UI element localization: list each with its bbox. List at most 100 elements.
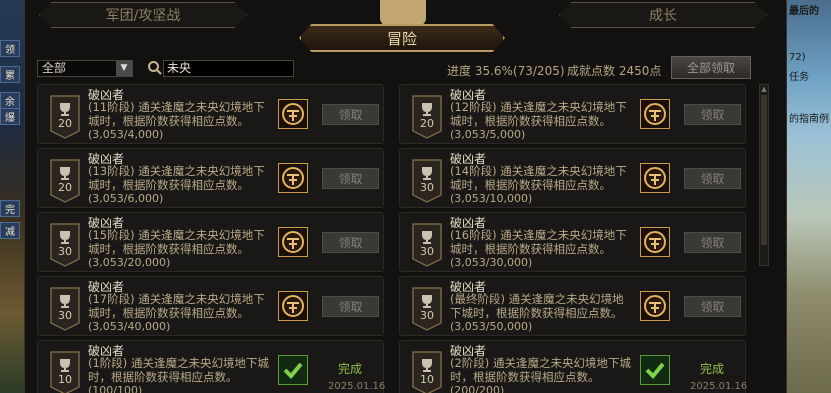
reward-box-icon[interactable]	[278, 291, 308, 321]
achievement-list: 20 破凶者 (11阶段) 通关逢魔之未央幻境地下城时，根据阶数获得相应点数。 (3,…	[37, 84, 759, 393]
achievement-card: 30 破凶者 (15阶段) 通关逢魔之未央幻境地下城时，根据阶数获得相应点数。 (3,…	[37, 212, 384, 272]
achievement-progress-count: (3,053/30,000)	[450, 256, 533, 269]
achievement-card: 20 破凶者 (13阶段) 通关逢魔之未央幻境地下城时，根据阶数获得相应点数。 (3,…	[37, 148, 384, 208]
completed-status: 完成	[338, 362, 363, 376]
category-dropdown-value: 全部	[42, 61, 67, 75]
achievement-progress-count: (200/200)	[450, 384, 505, 393]
reward-box-icon[interactable]	[278, 99, 308, 129]
reward-box-icon[interactable]	[278, 227, 308, 257]
achievement-card: 30 破凶者 (最终阶段) 通关逢魔之未央幻境地下城时，根据阶数获得相应点数。 (3,…	[399, 276, 746, 336]
achievement-description: (17阶段) 通关逢魔之未央幻境地下城时，根据阶数获得相应点数。	[88, 292, 265, 320]
reward-box-icon[interactable]	[278, 163, 308, 193]
achievement-progress-count: (3,053/50,000)	[450, 320, 533, 333]
trophy-badge-icon: 10	[50, 351, 80, 393]
claim-button[interactable]: 领取	[322, 296, 379, 317]
trophy-badge-icon: 30	[412, 159, 442, 203]
scrollbar[interactable]: ▲	[759, 84, 769, 266]
trophy-badge-icon: 20	[50, 159, 80, 203]
trophy-badge-icon: 10	[412, 351, 442, 393]
achievement-card: 30 破凶者 (17阶段) 通关逢魔之未央幻境地下城时，根据阶数获得相应点数。 (3,…	[37, 276, 384, 336]
tab-growth[interactable]: 成长	[559, 2, 767, 28]
reward-box-icon[interactable]	[640, 291, 670, 321]
scroll-emblem-icon	[380, 0, 426, 26]
achievement-points: 20	[58, 181, 72, 194]
reward-box-icon[interactable]	[640, 163, 670, 193]
search-input[interactable]: 未央	[163, 60, 294, 77]
achievement-card: 30 破凶者 (14阶段) 通关逢魔之未央幻境地下城时，根据阶数获得相应点数。 (3,…	[399, 148, 746, 208]
trophy-badge-icon: 30	[412, 287, 442, 331]
side-label: 任务	[789, 72, 809, 83]
completed-status: 完成	[700, 362, 725, 376]
achievement-progress-count: (3,053/6,000)	[88, 192, 164, 205]
side-label: 领	[0, 40, 20, 57]
scroll-up-icon[interactable]: ▲	[760, 85, 768, 93]
achievement-description: (14阶段) 通关逢魔之未央幻境地下城时，根据阶数获得相应点数。	[450, 164, 627, 192]
side-label: 的指南例	[789, 114, 829, 125]
achievement-description: (2阶段) 通关逢魔之未央幻境地下城时，根据阶数获得相应点数。	[450, 356, 631, 384]
achievement-points: 30	[420, 309, 434, 322]
claim-button[interactable]: 领取	[684, 104, 741, 125]
achievement-card: 20 破凶者 (11阶段) 通关逢魔之未央幻境地下城时，根据阶数获得相应点数。 (3,…	[37, 84, 384, 144]
achievement-progress-count: (3,053/20,000)	[88, 256, 171, 269]
claim-button[interactable]: 领取	[322, 104, 379, 125]
side-label: 最后的	[789, 6, 819, 17]
claim-button[interactable]: 领取	[684, 232, 741, 253]
achievement-description: (1阶段) 通关逢魔之未央幻境地下城时，根据阶数获得相应点数。	[88, 356, 269, 384]
achievement-panel: 军团/攻坚战 成长 冒险 全部 ▼ 未央 进度 35.6%(73/205) 成就…	[24, 0, 787, 393]
chevron-down-icon[interactable]: ▼	[116, 61, 132, 76]
achievement-description: (13阶段) 通关逢魔之未央幻境地下城时，根据阶数获得相应点数。	[88, 164, 265, 192]
achievement-points-label: 成就点数 2450点	[567, 64, 662, 78]
claim-button[interactable]: 领取	[322, 232, 379, 253]
achievement-card: 10 破凶者 (1阶段) 通关逢魔之未央幻境地下城时，根据阶数获得相应点数。 (100…	[37, 340, 386, 393]
claim-button[interactable]: 领取	[684, 168, 741, 189]
side-label: 累	[0, 66, 20, 83]
side-label: 减	[0, 222, 20, 239]
side-label: 余	[0, 92, 20, 109]
achievement-progress-count: (3,053/4,000)	[88, 128, 164, 141]
achievement-points: 20	[58, 117, 72, 130]
achievement-description: (12阶段) 通关逢魔之未央幻境地下城时，根据阶数获得相应点数。	[450, 100, 627, 128]
achievement-progress-count: (100/100)	[88, 384, 143, 393]
tab-legion-siege[interactable]: 军团/攻坚战	[39, 2, 247, 28]
trophy-badge-icon: 30	[50, 287, 80, 331]
trophy-badge-icon: 30	[50, 223, 80, 267]
tab-adventure[interactable]: 冒险	[299, 24, 505, 52]
trophy-badge-icon: 30	[412, 223, 442, 267]
category-dropdown[interactable]: 全部 ▼	[37, 60, 133, 77]
achievement-points: 30	[420, 181, 434, 194]
progress-label: 进度 35.6%(73/205)	[447, 64, 565, 78]
game-background-right: 最后的 72) 任务 的指南例	[785, 0, 831, 393]
achievement-points: 10	[58, 373, 72, 386]
achievement-progress-count: (3,053/10,000)	[450, 192, 533, 205]
achievement-card: 20 破凶者 (12阶段) 通关逢魔之未央幻境地下城时，根据阶数获得相应点数。 (3,…	[399, 84, 746, 144]
achievement-points: 10	[420, 373, 434, 386]
check-icon	[640, 355, 670, 385]
search-icon	[148, 61, 162, 75]
achievement-points: 30	[58, 245, 72, 258]
side-label: 完	[0, 200, 20, 217]
check-icon	[278, 355, 308, 385]
achievement-description: (11阶段) 通关逢魔之未央幻境地下城时，根据阶数获得相应点数。	[88, 100, 265, 128]
achievement-points: 30	[420, 245, 434, 258]
achievement-description: (最终阶段) 通关逢魔之未央幻境地下城时，根据阶数获得相应点数。	[450, 292, 624, 320]
achievement-description: (15阶段) 通关逢魔之未央幻境地下城时，根据阶数获得相应点数。	[88, 228, 265, 256]
scrollbar-thumb[interactable]	[761, 95, 767, 245]
trophy-badge-icon: 20	[412, 95, 442, 139]
claim-button[interactable]: 领取	[684, 296, 741, 317]
side-label: 爆	[0, 108, 20, 125]
achievement-points: 20	[420, 117, 434, 130]
game-background-left: 领 累 余 爆 完 减	[0, 0, 24, 393]
achievement-progress-count: (3,053/5,000)	[450, 128, 526, 141]
claim-all-button[interactable]: 全部领取	[671, 56, 751, 79]
achievement-description: (16阶段) 通关逢魔之未央幻境地下城时，根据阶数获得相应点数。	[450, 228, 627, 256]
trophy-badge-icon: 20	[50, 95, 80, 139]
completion-date: 2025.01.16	[328, 381, 386, 392]
claim-button[interactable]: 领取	[322, 168, 379, 189]
achievement-card: 10 破凶者 (2阶段) 通关逢魔之未央幻境地下城时，根据阶数获得相应点数。 (200…	[399, 340, 748, 393]
reward-box-icon[interactable]	[640, 227, 670, 257]
achievement-card: 30 破凶者 (16阶段) 通关逢魔之未央幻境地下城时，根据阶数获得相应点数。 (3,…	[399, 212, 746, 272]
achievement-points: 30	[58, 309, 72, 322]
side-label: 72)	[789, 52, 806, 63]
reward-box-icon[interactable]	[640, 99, 670, 129]
completion-date: 2025.01.16	[690, 381, 748, 392]
